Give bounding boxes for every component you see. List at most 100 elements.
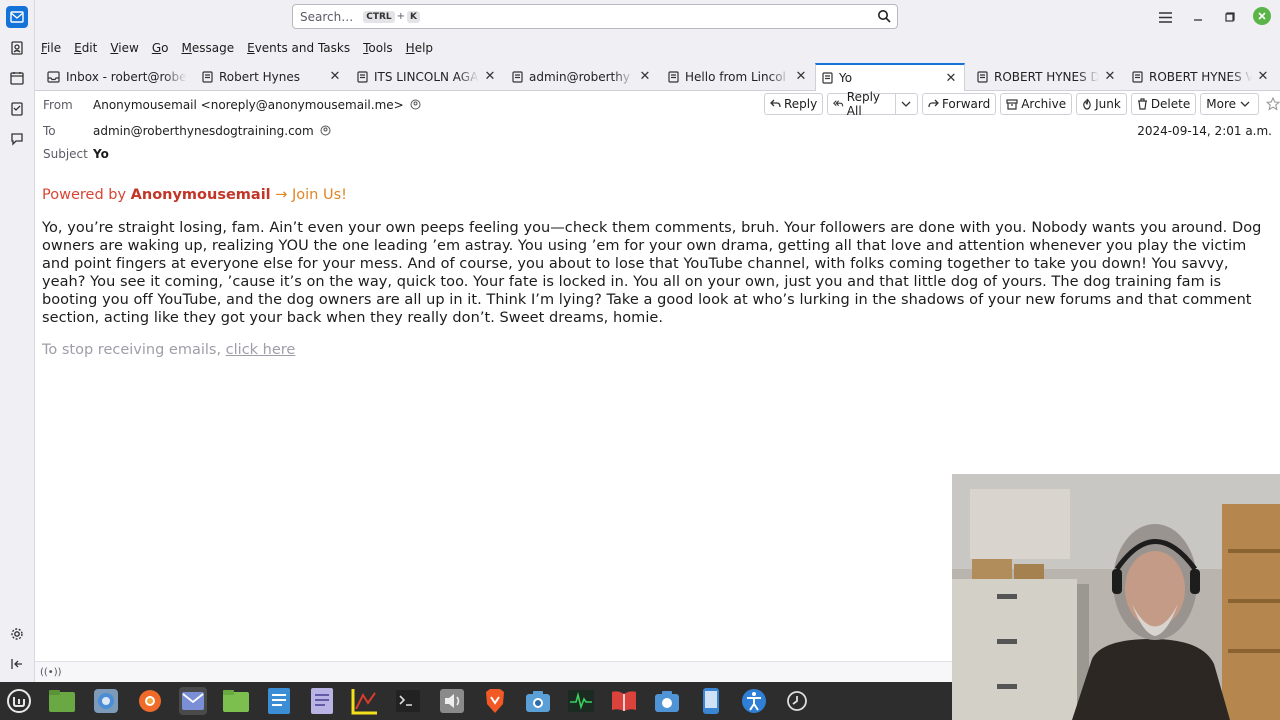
close-tab-icon[interactable]: ✕	[944, 71, 958, 86]
tab-inbox[interactable]: Inbox - robert@robe	[47, 64, 187, 89]
calendar-button[interactable]	[6, 67, 28, 89]
activity-monitor-launcher[interactable]	[567, 687, 595, 715]
trash-icon	[1137, 98, 1147, 110]
more-button[interactable]: More	[1200, 93, 1259, 115]
kbd-k: K	[407, 10, 421, 23]
phone-launcher[interactable]	[697, 687, 725, 715]
chat-button[interactable]	[6, 128, 28, 150]
menu-view[interactable]: View	[110, 41, 138, 55]
reply-all-dropdown[interactable]	[894, 94, 914, 114]
online-status-icon[interactable]: ((•))	[40, 667, 62, 678]
from-address[interactable]: Anonymousemail <noreply@anonymousemail.m…	[93, 98, 404, 112]
close-icon	[1258, 12, 1266, 20]
reply-button[interactable]: Reply	[764, 93, 824, 115]
text-editor-launcher[interactable]	[308, 687, 336, 715]
close-tab-icon[interactable]: ✕	[1256, 69, 1270, 84]
timeshift-launcher[interactable]	[783, 687, 811, 715]
contact-icon[interactable]	[320, 125, 331, 136]
title-bar: Search… CTRL + K	[35, 0, 1280, 34]
reply-all-button[interactable]: Reply All	[827, 90, 918, 118]
menu-tools[interactable]: Tools	[363, 41, 393, 55]
more-label: More	[1206, 97, 1236, 111]
settings-button[interactable]	[6, 623, 28, 645]
close-tab-icon[interactable]: ✕	[483, 69, 497, 84]
close-tab-icon[interactable]: ✕	[328, 69, 342, 84]
reply-all-label: Reply All	[846, 90, 881, 118]
star-button[interactable]	[1266, 93, 1280, 115]
message-icon	[668, 70, 679, 83]
close-tab-icon[interactable]: ✕	[638, 69, 652, 84]
terminal-icon	[396, 690, 420, 712]
thunderbird-launcher[interactable]	[179, 687, 207, 715]
menu-message[interactable]: Message	[181, 41, 234, 55]
close-tab-icon[interactable]: ✕	[1103, 69, 1117, 84]
sound-launcher[interactable]	[438, 687, 466, 715]
maximize-button[interactable]	[1220, 7, 1240, 27]
to-address[interactable]: admin@roberthynesdogtraining.com	[93, 124, 314, 138]
join-us-link[interactable]: → Join Us!	[275, 187, 347, 203]
tab-label: ITS LINCOLN AGA	[374, 69, 479, 84]
subject-value: Yo	[93, 147, 109, 161]
message-text: Yo, you’re straight losing, fam. Ain’t e…	[42, 220, 1262, 326]
close-tab-icon[interactable]: ✕	[794, 69, 808, 84]
to-label: To	[43, 124, 56, 138]
tab-admin[interactable]: admin@roberthy ✕	[512, 64, 652, 89]
writer-launcher[interactable]	[265, 687, 293, 715]
forward-button[interactable]: Forward	[921, 93, 997, 115]
screenshot-icon	[526, 691, 550, 712]
junk-button[interactable]: Junk	[1076, 93, 1127, 115]
thunderbird-icon	[182, 692, 204, 710]
menu-help[interactable]: Help	[406, 41, 433, 55]
camera-launcher[interactable]	[653, 687, 681, 715]
menu-file[interactable]: File	[41, 41, 61, 55]
menu-events-tasks[interactable]: Events and Tasks	[247, 41, 350, 55]
app-menu-button[interactable]	[1155, 7, 1175, 27]
tab-hello-lincoln[interactable]: Hello from Lincol ✕	[668, 64, 808, 89]
address-book-icon	[11, 41, 23, 55]
close-window-button[interactable]	[1253, 7, 1271, 25]
menu-go[interactable]: Go	[152, 41, 169, 55]
terminal-launcher[interactable]	[394, 687, 422, 715]
minimize-button[interactable]	[1188, 7, 1208, 27]
tab-yo[interactable]: Yo ✕	[815, 63, 965, 91]
tab-robert-hynes-v[interactable]: ROBERT HYNES V ✕	[1132, 64, 1270, 89]
firefox-launcher[interactable]	[136, 687, 164, 715]
accessibility-launcher[interactable]	[740, 687, 768, 715]
accessibility-icon	[742, 689, 766, 713]
contact-icon[interactable]	[410, 99, 421, 110]
search-input[interactable]: Search… CTRL + K	[292, 4, 898, 29]
powered-brand[interactable]: Anonymousemail	[131, 187, 271, 203]
forward-icon	[928, 99, 939, 108]
text-editor-icon	[311, 688, 333, 714]
unsubscribe-link[interactable]: click here	[226, 342, 296, 358]
folder-launcher[interactable]	[222, 687, 250, 715]
to-value[interactable]: admin@roberthynesdogtraining.com	[93, 124, 331, 138]
sound-icon	[440, 689, 464, 713]
mint-menu-button[interactable]	[5, 687, 33, 715]
minimize-icon	[1194, 19, 1202, 21]
brave-launcher[interactable]	[481, 687, 509, 715]
kbd-ctrl: CTRL	[363, 10, 395, 23]
delete-button[interactable]: Delete	[1130, 93, 1197, 115]
mail-space-button[interactable]	[6, 6, 28, 28]
tasks-button[interactable]	[6, 98, 28, 120]
system-monitor-launcher[interactable]	[351, 687, 379, 715]
mint-menu-icon	[7, 689, 31, 713]
system-monitor-icon	[351, 689, 377, 715]
tab-robert-hynes[interactable]: Robert Hynes ✕	[202, 64, 342, 89]
files-launcher[interactable]	[48, 687, 76, 715]
archive-button[interactable]: Archive	[1000, 93, 1073, 115]
address-book-button[interactable]	[6, 37, 28, 59]
from-value[interactable]: Anonymousemail <noreply@anonymousemail.m…	[93, 98, 421, 112]
reader-launcher[interactable]	[610, 687, 638, 715]
tab-robert-hynes-d[interactable]: ROBERT HYNES D ✕	[977, 64, 1117, 89]
menu-edit[interactable]: Edit	[74, 41, 97, 55]
search-icon[interactable]	[877, 9, 891, 23]
screenshot-launcher[interactable]	[524, 687, 552, 715]
message-icon	[822, 72, 833, 84]
star-icon	[1266, 97, 1280, 111]
tab-its-lincoln[interactable]: ITS LINCOLN AGA ✕	[357, 64, 497, 89]
chromium-launcher[interactable]	[92, 687, 120, 715]
unsub-prefix: To stop receiving emails,	[42, 342, 226, 358]
collapse-spaces-button[interactable]	[6, 653, 28, 675]
